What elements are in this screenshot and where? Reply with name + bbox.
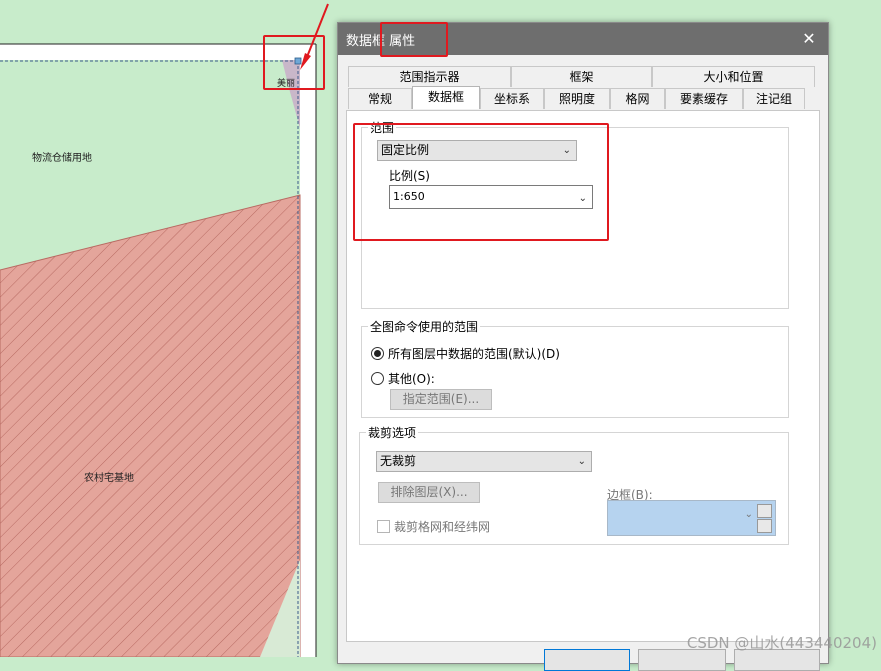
extent-mode-value: 固定比例: [381, 143, 430, 157]
radio-other-extent-dot: [371, 372, 384, 385]
clip-mode-value: 无裁剪: [380, 454, 417, 468]
close-icon[interactable]: ✕: [798, 28, 820, 50]
clip-mode-select[interactable]: 无裁剪 ⌄: [376, 451, 592, 472]
specify-extent-button[interactable]: 指定范围(E)...: [390, 389, 492, 410]
chevron-down-icon: ⌄: [578, 193, 587, 204]
extent-group-title: 范围: [368, 119, 397, 136]
scale-label: 比例(S): [389, 169, 430, 183]
tab-panel-data-frame: 范围 固定比例 ⌄ 比例(S) 1:650 ⌄ 全图命令使用的范围 所有图层中数…: [346, 110, 820, 642]
radio-other-extent[interactable]: 其他(O):: [371, 370, 435, 387]
map-label-logistics: 物流仓储用地: [32, 153, 92, 164]
tab-row-top: 范围指示器 框架 大小和位置: [348, 66, 815, 87]
chevron-down-icon: ⌄: [562, 145, 571, 156]
tab-feature-cache[interactable]: 要素缓存: [665, 88, 743, 109]
full-extent-group: 全图命令使用的范围 所有图层中数据的范围(默认)(D) 其他(O): 指定范围(…: [361, 318, 789, 418]
ok-button[interactable]: [544, 649, 630, 671]
chevron-down-icon: ⌄: [577, 456, 586, 467]
data-frame-properties-dialog: 数据框 属性 ✕ 范围指示器 框架 大小和位置 常规 数据框 坐标系 照明度 格…: [337, 22, 829, 671]
tab-frame[interactable]: 框架: [511, 66, 652, 87]
map-label-partial: 美丽: [277, 79, 296, 89]
tab-extent-indicators[interactable]: 范围指示器: [348, 66, 511, 87]
scale-input[interactable]: 1:650 ⌄: [389, 185, 593, 209]
tab-annotation-groups[interactable]: 注记组: [743, 88, 805, 109]
dialog-titlebar[interactable]: 数据框 属性 ✕: [338, 23, 828, 55]
dialog-title: 数据框 属性: [346, 33, 416, 49]
clip-grids-checkbox[interactable]: 裁剪格网和经纬网: [377, 518, 490, 535]
tab-general[interactable]: 常规: [348, 88, 412, 109]
tab-coordinate-system[interactable]: 坐标系: [480, 88, 544, 109]
border-spin-up[interactable]: [757, 504, 772, 518]
radio-default-extent-label: 所有图层中数据的范围(默认)(D): [388, 347, 560, 361]
tab-grids[interactable]: 格网: [610, 88, 665, 109]
tab-data-frame[interactable]: 数据框: [412, 86, 480, 109]
clip-grids-label: 裁剪格网和经纬网: [394, 520, 491, 534]
chevron-down-icon: ⌄: [744, 509, 753, 520]
clip-options-group-title: 裁剪选项: [366, 424, 419, 441]
extent-group: 范围 固定比例 ⌄ 比例(S) 1:650 ⌄: [361, 119, 789, 309]
tab-row-bottom: 常规 数据框 坐标系 照明度 格网 要素缓存 注记组: [348, 86, 805, 109]
tab-size-position[interactable]: 大小和位置: [652, 66, 815, 87]
clip-options-group: 裁剪选项 无裁剪 ⌄ 排除图层(X)... 边框(B): ⌄ 裁剪格网和经纬网: [359, 424, 789, 545]
watermark: CSDN @山水(443440204): [686, 634, 877, 652]
radio-default-extent-dot: [371, 347, 384, 360]
tab-illumination[interactable]: 照明度: [544, 88, 610, 109]
clip-grids-checkbox-box: [377, 520, 390, 533]
extent-mode-select[interactable]: 固定比例 ⌄: [377, 140, 577, 161]
border-style-picker[interactable]: ⌄: [607, 500, 776, 536]
radio-default-extent[interactable]: 所有图层中数据的范围(默认)(D): [371, 345, 560, 362]
exclude-layers-button[interactable]: 排除图层(X)...: [378, 482, 480, 503]
border-spin-down[interactable]: [757, 519, 772, 533]
radio-other-extent-label: 其他(O):: [388, 372, 435, 386]
full-extent-group-title: 全图命令使用的范围: [368, 318, 481, 335]
map-label-rural: 农村宅基地: [84, 473, 134, 484]
scale-value: 1:650: [393, 190, 425, 203]
